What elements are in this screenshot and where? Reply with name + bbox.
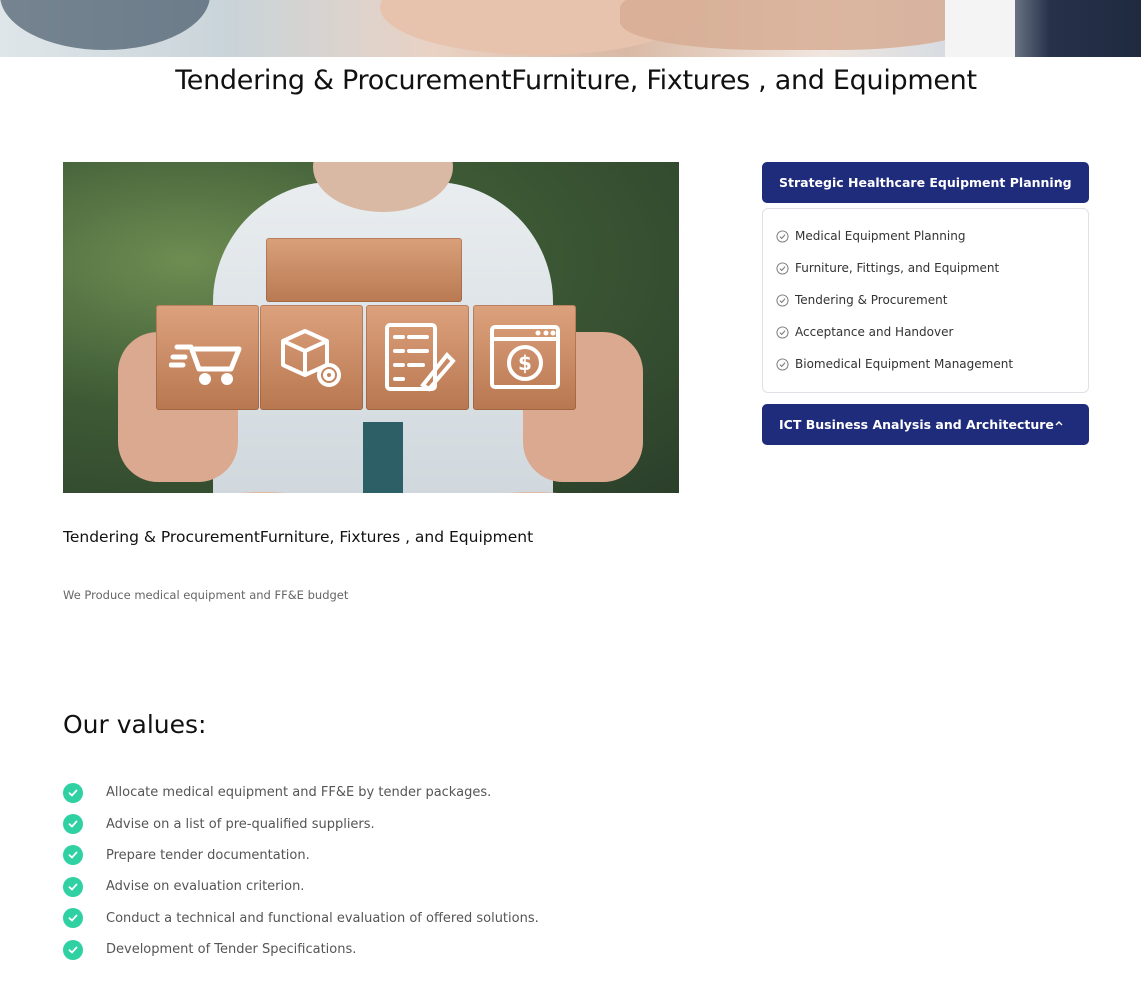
sidebar-item-biomedical-management[interactable]: Biomedical Equipment Management	[763, 348, 1088, 380]
accordion-header-label: ICT Business Analysis and Architecture	[779, 417, 1054, 432]
value-text: Prepare tender documentation.	[106, 847, 310, 863]
check-circle-icon	[776, 293, 789, 307]
accordion-header-label: Strategic Healthcare Equipment Planning	[779, 175, 1072, 190]
sidebar-item-furniture-fittings[interactable]: Furniture, Fittings, and Equipment	[763, 252, 1088, 284]
list-item: Allocate medical equipment and FF&E by t…	[63, 777, 539, 808]
page-title: Tendering & ProcurementFurniture, Fixtur…	[175, 65, 977, 96]
list-item: Prepare tender documentation.	[63, 840, 539, 871]
sidebar-item-label: Furniture, Fittings, and Equipment	[795, 261, 1000, 275]
accordion-panel: Medical Equipment Planning Furniture, Fi…	[762, 208, 1089, 393]
payment-window-icon: $	[473, 305, 576, 410]
list-item: Conduct a technical and functional evalu…	[63, 903, 539, 934]
sidebar-item-label: Acceptance and Handover	[795, 325, 954, 339]
check-circle-icon	[776, 325, 789, 339]
svg-text:$: $	[518, 351, 532, 375]
content-subtitle: Tendering & ProcurementFurniture, Fixtur…	[63, 528, 534, 546]
value-text: Advise on evaluation criterion.	[106, 879, 305, 895]
list-item: Advise on evaluation criterion.	[63, 871, 539, 902]
sidebar-item-label: Medical Equipment Planning	[795, 229, 966, 243]
check-icon	[63, 939, 83, 960]
values-list: Allocate medical equipment and FF&E by t…	[63, 777, 539, 965]
shopping-cart-icon	[156, 305, 259, 410]
sidebar-item-label: Biomedical Equipment Management	[795, 357, 1014, 371]
check-circle-icon	[776, 357, 789, 371]
check-icon	[63, 876, 83, 897]
sidebar-item-tendering-procurement[interactable]: Tendering & Procurement	[763, 284, 1088, 316]
list-item: Development of Tender Specifications.	[63, 934, 539, 965]
check-icon	[63, 908, 83, 929]
package-gear-icon	[260, 305, 363, 410]
accordion-header-strategic-planning[interactable]: Strategic Healthcare Equipment Planning	[762, 162, 1089, 203]
wooden-blocks-photo: $	[63, 162, 679, 493]
values-title: Our values:	[63, 710, 207, 739]
value-text: Conduct a technical and functional evalu…	[106, 910, 539, 926]
sidebar-item-acceptance-handover[interactable]: Acceptance and Handover	[763, 316, 1088, 348]
checklist-icon	[366, 305, 469, 410]
check-icon	[63, 845, 83, 866]
hero-banner-image	[0, 0, 1141, 57]
content-lead: We Produce medical equipment and FF&E bu…	[63, 588, 349, 602]
sidebar-item-medical-equipment-planning[interactable]: Medical Equipment Planning	[763, 220, 1088, 252]
accordion-header-ict-analysis[interactable]: ICT Business Analysis and Architecture	[762, 404, 1089, 445]
check-circle-icon	[776, 229, 789, 243]
check-icon	[63, 814, 83, 835]
value-text: Development of Tender Specifications.	[106, 942, 357, 958]
check-circle-icon	[776, 261, 789, 275]
sidebar-item-label: Tendering & Procurement	[795, 293, 948, 307]
list-item: Advise on a list of pre-qualified suppli…	[63, 808, 539, 839]
value-text: Advise on a list of pre-qualified suppli…	[106, 816, 375, 832]
chevron-up-icon	[1055, 421, 1063, 426]
chevron-up-icon	[1055, 179, 1063, 184]
value-text: Allocate medical equipment and FF&E by t…	[106, 785, 492, 801]
check-icon	[63, 782, 83, 803]
